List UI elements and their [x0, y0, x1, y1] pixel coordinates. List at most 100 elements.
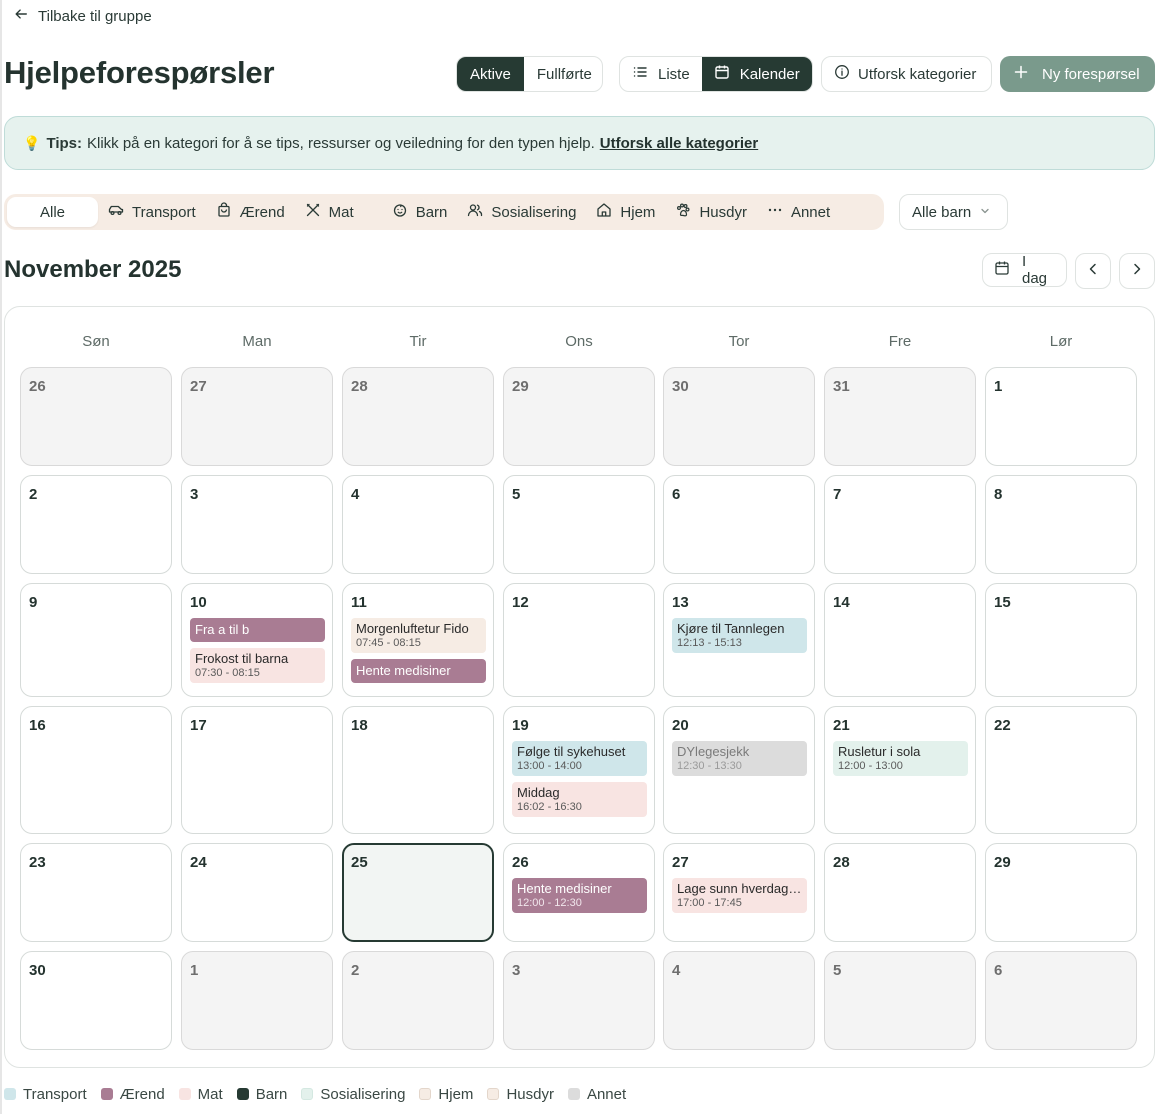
calendar-event[interactable]: Rusletur i sola 12:00 - 13:00 — [833, 741, 968, 776]
calendar-day[interactable]: 16 — [20, 706, 172, 834]
calendar-day[interactable]: 20 DYlegesjekk 12:30 - 13:30 — [663, 706, 815, 834]
category-label: Alle — [39, 203, 65, 221]
calendar-day[interactable]: 11 Morgenluftetur Fido 07:45 - 08:15 Hente … — [342, 583, 494, 697]
calendar-day[interactable]: 6 — [663, 475, 815, 574]
calendar-day[interactable]: 29 — [503, 367, 655, 466]
category-filter: Alle Transport Ærend Mat Barn Sosialiser… — [4, 194, 884, 230]
calendar-day[interactable]: 18 — [342, 706, 494, 834]
month-title: November 2025 — [4, 256, 182, 283]
category-hjem[interactable]: Hjem — [586, 197, 665, 227]
calendar-day[interactable]: 2 — [342, 951, 494, 1050]
calendar-day[interactable]: 17 — [181, 706, 333, 834]
calendar-day[interactable]: 2 — [20, 475, 172, 574]
category-label: Annet — [790, 203, 831, 221]
calendar-day[interactable]: 8 — [985, 475, 1137, 574]
prev-month-button[interactable] — [1075, 253, 1111, 289]
paw-icon — [675, 202, 691, 222]
child-filter-select[interactable]: Alle barn — [899, 194, 1008, 230]
next-month-button[interactable] — [1119, 253, 1155, 289]
day-number: 25 — [351, 854, 368, 871]
calendar-day[interactable]: 29 — [985, 843, 1137, 942]
day-number: 27 — [672, 854, 689, 871]
calendar-event[interactable]: DYlegesjekk 12:30 - 13:30 — [672, 741, 807, 776]
calendar-day[interactable]: 3 — [181, 475, 333, 574]
new-request-label: Ny forespørsel — [1042, 65, 1140, 83]
calendar-event[interactable]: Hente medisiner 12:00 - 12:30 — [512, 878, 647, 913]
calendar-day[interactable]: 30 — [20, 951, 172, 1050]
day-number: 26 — [29, 378, 46, 395]
calendar-day[interactable]: 28 — [824, 843, 976, 942]
category-husdyr[interactable]: Husdyr — [665, 197, 757, 227]
calendar-day[interactable]: 10 Fra a til b Frokost til barna 07:30 - 08… — [181, 583, 333, 697]
event-time: 07:45 - 08:15 — [356, 637, 421, 649]
legend-item: Mat — [178, 1086, 223, 1103]
calendar-day[interactable]: 19 Følge til sykehuset 13:00 - 14:00 Middag… — [503, 706, 655, 834]
category-alle[interactable]: Alle — [7, 197, 98, 227]
calendar-event[interactable]: Middag 16:02 - 16:30 — [512, 782, 647, 817]
shopping-bag-icon — [216, 202, 232, 222]
new-request-button[interactable]: Ny forespørsel — [1000, 56, 1155, 92]
category-sosialisering[interactable]: Sosialisering — [457, 197, 586, 227]
event-time: 13:00 - 14:00 — [517, 760, 582, 772]
legend-label: Ærend — [119, 1085, 165, 1103]
tips-banner: 💡 Tips: Klikk på en kategori for å se ti… — [4, 116, 1155, 170]
calendar-day[interactable]: 24 — [181, 843, 333, 942]
legend-swatch — [567, 1088, 580, 1100]
tab-kalender[interactable]: Kalender — [701, 57, 812, 91]
calendar-day[interactable]: 30 — [663, 367, 815, 466]
calendar-day[interactable]: 7 — [824, 475, 976, 574]
day-number: 17 — [190, 717, 207, 734]
calendar-event[interactable]: Følge til sykehuset 13:00 - 14:00 — [512, 741, 647, 776]
day-number: 18 — [351, 717, 368, 734]
legend-item: Husdyr — [487, 1086, 554, 1103]
calendar-day[interactable]: 27 Lage sunn hverdags... 17:00 - 17:45 — [663, 843, 815, 942]
calendar-day[interactable]: 27 — [181, 367, 333, 466]
calendar-day[interactable]: 13 Kjøre til Tannlegen 12:13 - 15:13 — [663, 583, 815, 697]
calendar-day[interactable]: 23 — [20, 843, 172, 942]
tab-fullforte[interactable]: Fullførte — [524, 57, 602, 91]
calendar-day[interactable]: 4 — [663, 951, 815, 1050]
event-title: Kjøre til Tannlegen — [677, 621, 785, 636]
calendar-day[interactable]: 28 — [342, 367, 494, 466]
tab-liste[interactable]: Liste — [620, 57, 702, 91]
calendar-day[interactable]: 9 — [20, 583, 172, 697]
calendar-day-today[interactable]: 25 — [342, 843, 494, 942]
category-transport[interactable]: Transport — [98, 197, 206, 227]
tab-aktive[interactable]: Aktive — [457, 57, 524, 91]
explore-all-categories-link[interactable]: Utforsk alle kategorier — [600, 135, 758, 152]
calendar-event[interactable]: Morgenluftetur Fido 07:45 - 08:15 — [351, 618, 486, 653]
calendar-day[interactable]: 6 — [985, 951, 1137, 1050]
calendar-day[interactable]: 1 — [985, 367, 1137, 466]
calendar-event[interactable]: Frokost til barna 07:30 - 08:15 — [190, 648, 325, 683]
back-link[interactable]: Tilbake til gruppe — [14, 6, 152, 26]
tips-bold: Tips: — [46, 134, 82, 152]
calendar-day[interactable]: 3 — [503, 951, 655, 1050]
day-number: 8 — [994, 486, 1003, 503]
calendar-day[interactable]: 12 — [503, 583, 655, 697]
calendar-event[interactable]: Hente medisiner — [351, 659, 486, 683]
category-annet[interactable]: Annet — [757, 197, 840, 227]
calendar-day[interactable]: 1 — [181, 951, 333, 1050]
calendar-day[interactable]: 4 — [342, 475, 494, 574]
calendar-event[interactable]: Fra a til b — [190, 618, 325, 642]
calendar-day[interactable]: 31 — [824, 367, 976, 466]
calendar-day[interactable]: 26 — [20, 367, 172, 466]
calendar-day[interactable]: 5 — [503, 475, 655, 574]
calendar-day[interactable]: 21 Rusletur i sola 12:00 - 13:00 — [824, 706, 976, 834]
calendar-day[interactable]: 22 — [985, 706, 1137, 834]
utensils-icon — [305, 202, 321, 222]
category-mat[interactable]: Mat — [295, 197, 364, 227]
lightbulb-icon: 💡 — [23, 134, 41, 151]
category-barn[interactable]: Barn — [382, 197, 458, 227]
home-icon — [596, 202, 612, 222]
calendar-day[interactable]: 26 Hente medisiner 12:00 - 12:30 — [503, 843, 655, 942]
calendar-event[interactable]: Kjøre til Tannlegen 12:13 - 15:13 — [672, 618, 807, 653]
category-aerend[interactable]: Ærend — [206, 197, 295, 227]
calendar-day[interactable]: 14 — [824, 583, 976, 697]
day-number: 12 — [512, 594, 529, 611]
calendar-event[interactable]: Lage sunn hverdags... 17:00 - 17:45 — [672, 878, 807, 913]
today-button[interactable]: I dag — [982, 253, 1067, 287]
calendar-day[interactable]: 5 — [824, 951, 976, 1050]
explore-categories-button[interactable]: Utforsk kategorier — [821, 56, 992, 92]
calendar-day[interactable]: 15 — [985, 583, 1137, 697]
